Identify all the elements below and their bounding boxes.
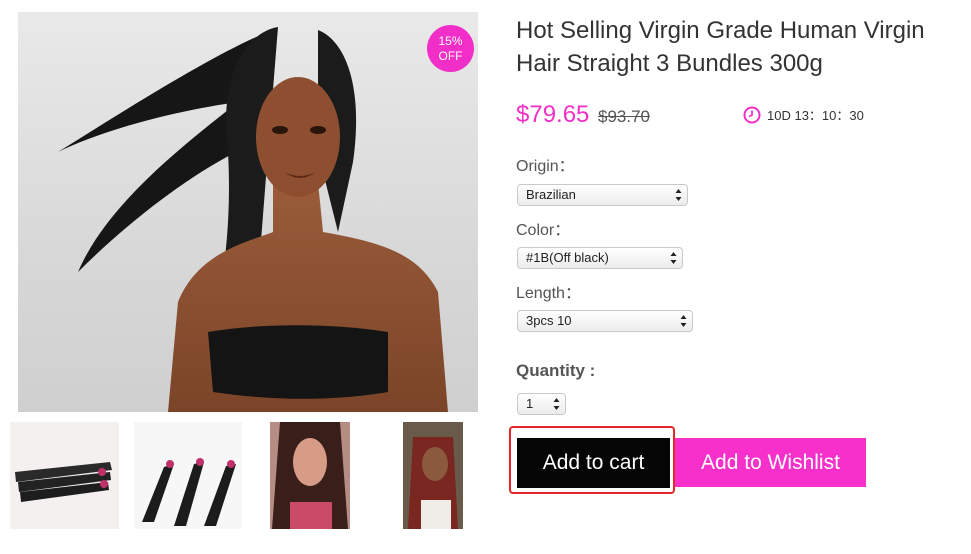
original-price: $93.70 xyxy=(598,107,650,126)
color-selected-value: #1B(Off black) xyxy=(526,250,609,265)
origin-select[interactable]: Brazilian xyxy=(517,184,688,206)
countdown-timer: 10D 13：10：30 xyxy=(743,105,864,124)
color-select[interactable]: #1B(Off black) xyxy=(517,247,683,269)
length-select[interactable]: 3pcs 10 xyxy=(517,310,693,332)
countdown-text: 10D 13：10：30 xyxy=(767,108,864,123)
color-label: Color： xyxy=(516,222,571,239)
length-label: Length： xyxy=(516,285,581,302)
origin-label: Origin： xyxy=(516,158,575,175)
quantity-selected-value: 1 xyxy=(526,396,534,411)
select-arrows-icon xyxy=(675,189,682,201)
quantity-label: Quantity : xyxy=(516,361,596,380)
discount-badge: 15% OFF xyxy=(427,25,474,72)
thumbnail-2[interactable] xyxy=(134,422,242,529)
select-arrows-icon xyxy=(670,252,677,264)
add-to-cart-button[interactable]: Add to cart xyxy=(517,438,670,488)
add-to-wishlist-button[interactable]: Add to Wishlist xyxy=(675,438,866,487)
thumbnail-1[interactable] xyxy=(10,422,119,529)
select-arrows-icon xyxy=(680,315,687,327)
clock-icon xyxy=(743,106,761,123)
discount-percent: 15% xyxy=(438,33,463,48)
quantity-select[interactable]: 1 xyxy=(517,393,566,415)
current-price: $79.65 xyxy=(516,101,590,128)
select-arrows-icon xyxy=(553,398,560,410)
thumbnail-4[interactable] xyxy=(403,422,463,529)
length-selected-value: 3pcs 10 xyxy=(526,313,572,328)
origin-selected-value: Brazilian xyxy=(526,187,576,202)
product-title: Hot Selling Virgin Grade Human Virgin Ha… xyxy=(516,17,925,77)
thumbnail-3[interactable] xyxy=(270,422,350,529)
main-product-image xyxy=(18,12,478,412)
discount-off-text: OFF xyxy=(438,48,463,63)
